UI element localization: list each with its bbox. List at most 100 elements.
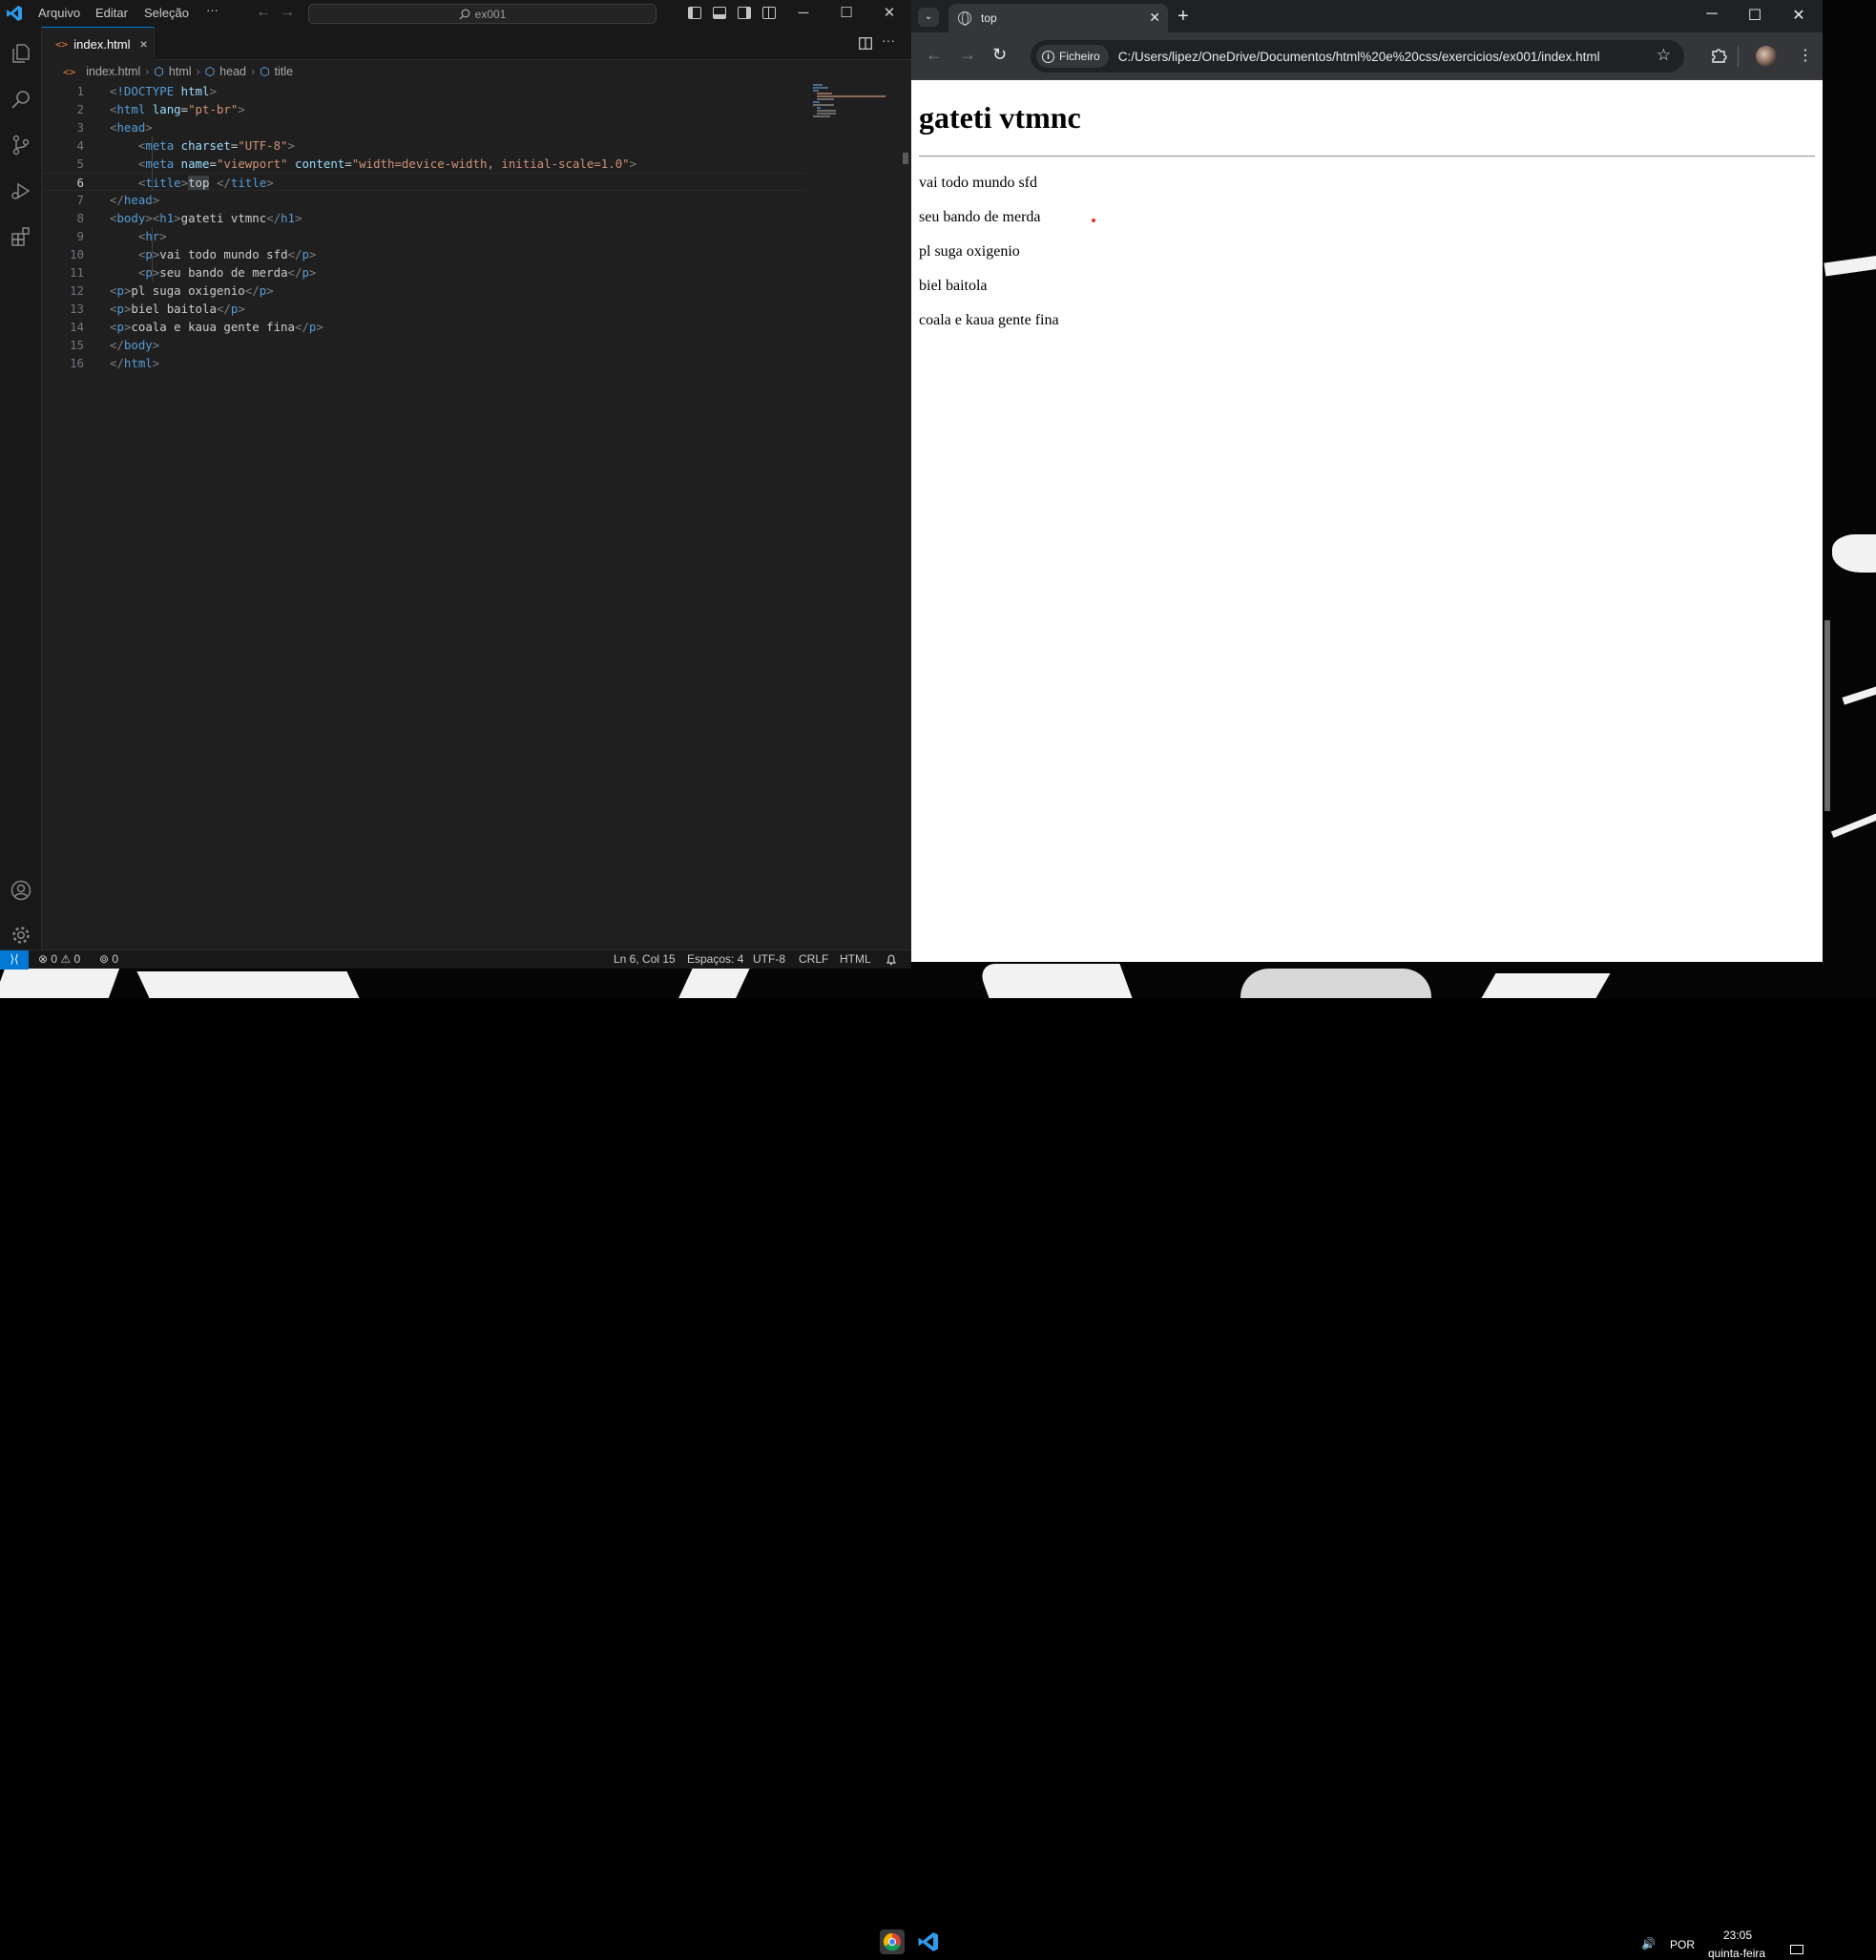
chevron-right-icon: › xyxy=(145,65,150,78)
forward-arrow-icon[interactable]: → xyxy=(959,45,976,65)
element-icon: ⬡ xyxy=(154,65,164,78)
menu-more[interactable]: ··· xyxy=(206,3,219,17)
code-text: <html lang="pt-br"> xyxy=(110,102,245,116)
page-paragraph-5: coala e kaua gente fina xyxy=(919,312,1059,328)
explorer-icon[interactable] xyxy=(10,42,32,65)
address-bar[interactable]: i Ficheiro C:/Users/lipez/OneDrive/Docum… xyxy=(1031,40,1684,73)
code-line[interactable]: 12 <p>pl suga oxigenio</p> xyxy=(42,281,805,300)
breadcrumb: <> index.html › ⬡ html › ⬡ head › ⬡ titl… xyxy=(42,61,911,82)
maximize-icon[interactable]: ☐ xyxy=(1743,6,1766,25)
code-line[interactable]: 16 </html> xyxy=(42,354,805,372)
minimize-icon[interactable]: ─ xyxy=(794,4,813,23)
line-number: 16 xyxy=(70,356,84,370)
minimize-icon[interactable]: ─ xyxy=(1700,6,1723,23)
code-line[interactable]: 15 </body> xyxy=(42,336,805,354)
globe-icon xyxy=(958,11,971,26)
indent-guide xyxy=(152,227,153,281)
info-icon: i xyxy=(1042,50,1054,63)
code-line[interactable]: 8 <body><h1>gateti vtmnc</h1> xyxy=(42,209,805,227)
code-line[interactable]: 10 <p>vai todo mundo sfd</p> xyxy=(42,245,805,263)
code-line[interactable]: 9 <hr> xyxy=(42,227,805,245)
split-editor-icon[interactable] xyxy=(859,37,872,50)
editor-scrollbar[interactable] xyxy=(903,153,908,164)
profile-avatar[interactable] xyxy=(1756,46,1777,67)
line-number: 15 xyxy=(70,338,84,352)
search-icon[interactable] xyxy=(10,88,32,111)
code-line[interactable]: 7 </head> xyxy=(42,191,805,209)
clock-day[interactable]: quinta-feira xyxy=(1708,1947,1765,1960)
extensions-puzzle-icon[interactable] xyxy=(1710,47,1727,64)
toggle-secondary-sidebar-icon[interactable] xyxy=(738,7,751,19)
back-arrow-icon[interactable]: ← xyxy=(256,4,271,21)
vscode-logo-icon xyxy=(918,1932,938,1951)
close-tab-icon[interactable]: × xyxy=(140,36,148,52)
breadcrumb-html[interactable]: html xyxy=(169,65,192,78)
close-window-icon[interactable]: ✕ xyxy=(880,4,899,23)
clock-time[interactable]: 23:05 xyxy=(1723,1929,1752,1942)
extensions-icon[interactable] xyxy=(10,225,32,248)
breadcrumb-head[interactable]: head xyxy=(219,65,246,78)
code-text: </head> xyxy=(110,193,160,207)
new-tab-plus-icon[interactable]: + xyxy=(1178,6,1189,28)
code-line[interactable]: 2 <html lang="pt-br"> xyxy=(42,100,805,118)
code-line[interactable]: 4 <meta charset="UTF-8"> xyxy=(42,136,805,155)
maximize-icon[interactable]: ☐ xyxy=(837,4,856,23)
breadcrumb-title[interactable]: title xyxy=(275,65,293,78)
back-arrow-icon[interactable]: ← xyxy=(926,45,943,65)
notification-center-icon[interactable] xyxy=(1790,1945,1803,1954)
site-info-chip[interactable]: i Ficheiro xyxy=(1036,45,1109,68)
chrome-taskbar-button[interactable] xyxy=(880,1929,905,1954)
page-paragraph-2: seu bando de merda xyxy=(919,209,1041,225)
tab-index-html[interactable]: <> index.html × xyxy=(42,27,155,60)
run-debug-icon[interactable] xyxy=(10,179,32,202)
code-editor[interactable]: 1 <!DOCTYPE html> 2 <html lang="pt-br"> 3 <he… xyxy=(42,82,805,949)
code-text: <head> xyxy=(110,120,153,135)
close-tab-icon[interactable]: ✕ xyxy=(1149,10,1160,26)
menu-arquivo[interactable]: Arquivo xyxy=(38,6,80,20)
tab-label: index.html xyxy=(73,36,131,52)
page-heading: gateti vtmnc xyxy=(919,100,1081,135)
chrome-menu-icon[interactable]: ⋮ xyxy=(1798,46,1813,65)
code-line[interactable]: 6 <title>top </title> xyxy=(42,173,805,191)
input-language[interactable]: POR xyxy=(1670,1938,1695,1951)
code-line[interactable]: 3 <head> xyxy=(42,118,805,136)
code-line[interactable]: 11 <p>seu bando de merda</p> xyxy=(42,263,805,281)
toggle-panel-icon[interactable] xyxy=(713,7,726,19)
forward-arrow-icon[interactable]: → xyxy=(280,4,295,21)
code-text: <meta name="viewport" content="width=dev… xyxy=(137,156,637,171)
menu-editar[interactable]: Editar xyxy=(95,6,128,20)
code-text: <p>vai todo mundo sfd</p> xyxy=(137,247,317,261)
browser-tab-strip: ⌄ top ✕ + ─ ☐ ✕ xyxy=(911,0,1823,32)
code-line[interactable]: 1 <!DOCTYPE html> xyxy=(42,82,805,100)
menu-selecao[interactable]: Seleção xyxy=(144,6,189,20)
more-actions-icon[interactable]: ··· xyxy=(882,32,895,48)
code-text: <p>pl suga oxigenio</p> xyxy=(110,283,274,298)
code-line[interactable]: 13 <p>biel baitola</p> xyxy=(42,300,805,318)
tab-search-chevron-icon[interactable]: ⌄ xyxy=(918,8,939,27)
code-text: <p>coala e kaua gente fina</p> xyxy=(110,320,323,334)
volume-icon[interactable]: 🔊 xyxy=(1641,1937,1656,1950)
toggle-primary-sidebar-icon[interactable] xyxy=(688,7,701,19)
element-icon: ⬡ xyxy=(260,65,270,78)
line-number: 10 xyxy=(70,247,84,261)
account-icon[interactable] xyxy=(10,879,32,902)
reload-icon[interactable]: ↻ xyxy=(992,45,1007,65)
code-line[interactable]: 5 <meta name="viewport" content="width=d… xyxy=(42,155,805,173)
customize-layout-icon[interactable] xyxy=(762,7,776,19)
vscode-taskbar-button[interactable] xyxy=(916,1929,941,1954)
close-window-icon[interactable]: ✕ xyxy=(1787,6,1810,25)
line-number: 14 xyxy=(70,320,84,334)
code-text: <hr> xyxy=(137,229,167,243)
bookmark-star-icon[interactable]: ☆ xyxy=(1657,46,1671,65)
command-center-search[interactable]: ex001 xyxy=(308,4,657,24)
source-control-icon[interactable] xyxy=(10,134,32,156)
search-text: ex001 xyxy=(474,7,507,21)
line-number: 7 xyxy=(76,193,84,207)
chevron-right-icon: › xyxy=(196,65,200,78)
minimap[interactable] xyxy=(813,82,889,120)
vscode-logo-icon xyxy=(7,6,22,21)
breadcrumb-file[interactable]: index.html xyxy=(86,65,140,78)
browser-tab-top[interactable]: top ✕ xyxy=(948,4,1168,32)
settings-gear-icon[interactable] xyxy=(10,924,32,947)
code-line[interactable]: 14 <p>coala e kaua gente fina</p> xyxy=(42,318,805,336)
